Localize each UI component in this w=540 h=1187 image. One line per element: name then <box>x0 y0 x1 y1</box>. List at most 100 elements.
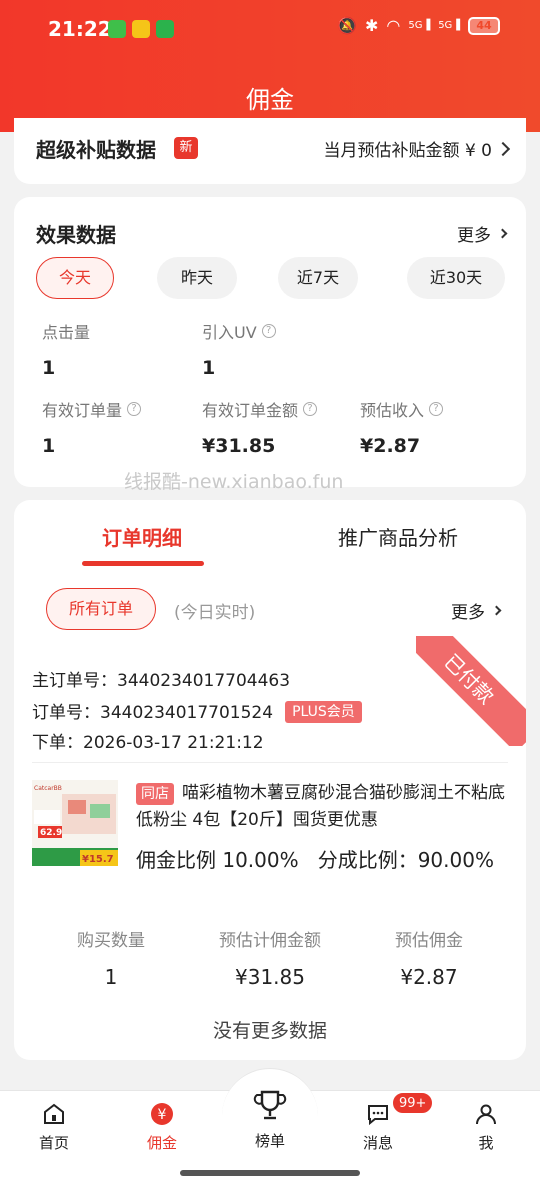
effect-title: 效果数据 <box>36 223 116 247</box>
metric-uv: 引入UV? 1 <box>202 319 276 379</box>
stat-value: ¥2.87 <box>400 965 458 989</box>
product-title-block[interactable]: 同店 喵彩植物木薯豆腐砂混合猫砂膨润土不粘底低粉尘 4包【20斤】囤货更优惠 <box>136 780 508 834</box>
product-image-art: CatcarBB 62.9 ¥15.7 <box>32 780 118 866</box>
nav-me[interactable]: 我 <box>446 1102 526 1153</box>
metric-valid-order-amount: 有效订单金额? ¥31.85 <box>202 397 318 457</box>
metric-value: ¥31.85 <box>202 435 276 457</box>
orders-card: 订单明细 推广商品分析 所有订单 (今日实时) 更多 已付款 主订单号：3440… <box>14 500 526 1060</box>
plus-member-badge: PLUS会员 <box>285 701 362 723</box>
page-title: 佣金 <box>246 86 294 114</box>
stat-value: ¥31.85 <box>235 965 305 989</box>
tab-underline <box>82 561 204 566</box>
chevron-right-icon <box>497 228 508 239</box>
range-today[interactable]: 今天 <box>36 257 114 299</box>
svg-text:¥: ¥ <box>158 1107 167 1123</box>
range-30-days[interactable]: 近30天 <box>407 257 505 299</box>
signal-5g-icon: 5G▐ <box>408 19 431 31</box>
metric-value: 1 <box>42 357 56 379</box>
orders-more-link[interactable]: 更多 <box>451 598 502 623</box>
wifi-icon: ◠ <box>386 16 401 35</box>
commission-ratio: 佣金比例 10.00% <box>136 848 299 872</box>
metric-label: 点击量 <box>42 323 91 342</box>
product-image[interactable]: CatcarBB 62.9 ¥15.7 <box>32 780 118 866</box>
status-icons: 🔕 ✱ ◠ 5G▐ 5G▐ 44 <box>337 16 500 35</box>
nav-label: 消息 <box>362 1134 393 1152</box>
stat-commissionable-amount: 预估计佣金额 ¥31.85 <box>191 926 349 989</box>
status-ribbon-label: 已付款 <box>416 636 526 746</box>
range-yesterday[interactable]: 昨天 <box>157 257 237 299</box>
order-stats: 购买数量 1 预估计佣金额 ¥31.85 预估佣金 ¥2.87 <box>32 926 508 996</box>
home-icon <box>44 1103 64 1124</box>
order-time: 下单：2026-03-17 21:21:12 <box>32 733 264 753</box>
status-ribbon: 已付款 <box>416 636 526 746</box>
divider <box>32 762 508 763</box>
stat-label: 预估佣金 <box>395 931 463 951</box>
help-icon[interactable]: ? <box>127 402 142 416</box>
product-price-1: 62.9 <box>40 828 62 838</box>
stat-estimated-commission: 预估佣金 ¥2.87 <box>350 926 508 989</box>
tab-product-analysis[interactable]: 推广商品分析 <box>338 522 458 551</box>
nav-label: 首页 <box>38 1134 69 1152</box>
nav-commission[interactable]: ¥ 佣金 <box>122 1102 202 1153</box>
help-icon[interactable]: ? <box>303 402 318 416</box>
stat-label: 预估计佣金额 <box>219 931 321 951</box>
subsidy-title: 超级补贴数据 <box>36 138 156 162</box>
stat-label: 购买数量 <box>77 931 145 951</box>
tab-order-details[interactable]: 订单明细 <box>102 522 182 551</box>
watermark: 线报酷-new.xianbao.fun <box>124 471 344 493</box>
metric-label: 有效订单量 <box>42 401 123 420</box>
subsidy-amount-link[interactable]: 当月预估补贴金额 ¥ 0 <box>323 136 511 161</box>
ratio-line: 佣金比例 10.00% 分成比例：90.00% <box>136 846 508 874</box>
same-store-tag: 同店 <box>136 783 174 805</box>
metric-clicks: 点击量 1 <box>42 319 90 379</box>
metric-value: ¥2.87 <box>360 435 421 457</box>
metric-value: 1 <box>42 435 56 457</box>
status-time: 21:22 <box>48 17 112 41</box>
no-more-data: 没有更多数据 <box>212 1020 327 1042</box>
bluetooth-icon: ✱ <box>365 16 379 35</box>
home-indicator[interactable] <box>180 1170 360 1176</box>
status-bar: 21:22 🔕 ✱ ◠ 5G▐ 5G▐ 44 <box>0 0 540 60</box>
nav-home[interactable]: 首页 <box>14 1102 94 1153</box>
user-icon <box>476 1104 496 1125</box>
metric-label: 有效订单金额 <box>202 401 299 420</box>
more-label: 更多 <box>451 603 485 623</box>
metric-estimated-income: 预估收入? ¥2.87 <box>360 397 444 457</box>
order-number: 订单号：3440234017701524 <box>32 703 274 723</box>
help-icon[interactable]: ? <box>429 402 444 416</box>
more-label: 更多 <box>457 226 491 246</box>
message-count-badge: 99+ <box>392 1092 434 1114</box>
effect-more-link[interactable]: 更多 <box>457 221 508 246</box>
nav-label: 佣金 <box>146 1134 177 1152</box>
date-range-selector: 今天 昨天 近7天 近30天 <box>36 257 506 301</box>
subsidy-amount: 当月预估补贴金额 ¥ 0 <box>323 141 492 161</box>
metric-valid-orders: 有效订单量? 1 <box>42 397 142 457</box>
main-order-number: 主订单号：3440234017704463 <box>32 671 291 691</box>
signal-5g-icon-2: 5G▐ <box>438 19 460 31</box>
metric-label: 引入UV <box>202 323 257 342</box>
stat-value: 1 <box>104 965 118 989</box>
range-7-days[interactable]: 近7天 <box>278 257 358 299</box>
subsidy-card[interactable]: 超级补贴数据 新 当月预估补贴金额 ¥ 0 <box>14 118 526 184</box>
wechat-icon <box>108 20 126 38</box>
filter-all-orders[interactable]: 所有订单 <box>46 588 156 630</box>
chevron-right-icon <box>491 605 502 616</box>
order-number-row: 订单号：3440234017701524 PLUS会员 <box>32 698 362 723</box>
mute-icon: 🔕 <box>337 16 357 35</box>
effect-data-card: 效果数据 更多 今天 昨天 近7天 近30天 点击量 1 引入UV? 1 有效订… <box>14 197 526 487</box>
battery-icon: 44 <box>468 16 500 35</box>
chevron-right-icon <box>495 141 511 156</box>
trophy-icon <box>253 1090 287 1120</box>
new-badge: 新 <box>174 137 198 159</box>
help-icon[interactable]: ? <box>261 324 276 338</box>
message-icon <box>368 1105 388 1126</box>
split-ratio: 分成比例：90.00% <box>317 848 494 872</box>
yuan-coin-icon: ¥ <box>151 1103 173 1125</box>
nav-label: 我 <box>478 1134 494 1152</box>
metric-value: 1 <box>202 357 216 379</box>
header-bar: 21:22 🔕 ✱ ◠ 5G▐ 5G▐ 44 佣金 <box>0 0 540 132</box>
nav-ranking[interactable]: 榜单 <box>230 1088 310 1151</box>
filter-note: (今日实时) <box>174 603 256 623</box>
app-icon-green <box>156 20 174 38</box>
product-price-2: ¥15.7 <box>82 854 114 865</box>
